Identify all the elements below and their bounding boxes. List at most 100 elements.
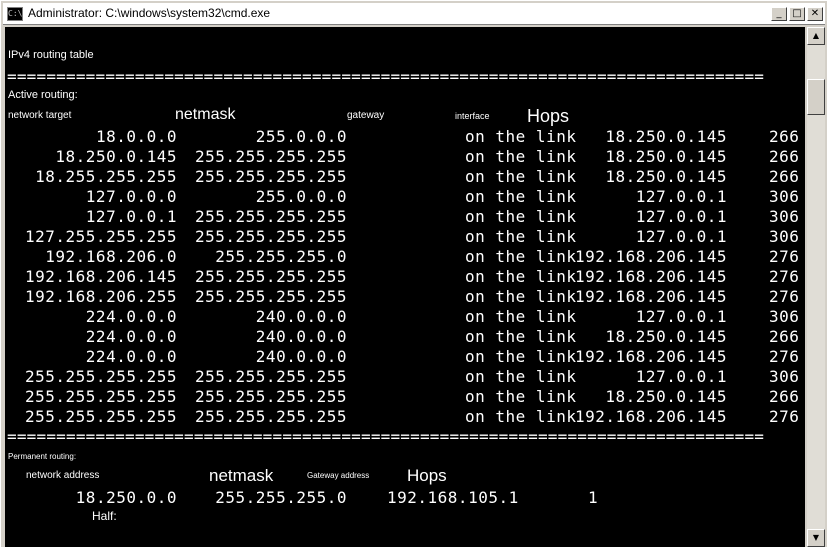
route-hops: 276 [769, 407, 800, 426]
route-netmask: 255.255.255.0 [215, 247, 347, 266]
route-gateway: on the link [465, 187, 577, 206]
route-gateway: on the link [465, 147, 577, 166]
title-bar[interactable]: C:\ Administrator: C:\windows\system32\c… [3, 3, 825, 25]
route-interface: 18.250.0.145 [605, 327, 727, 346]
route-netmask: 240.0.0.0 [255, 347, 347, 366]
route-hops: 276 [769, 347, 800, 366]
route-target: 255.255.255.255 [25, 367, 177, 386]
perm-address: 18.250.0.0 [75, 488, 177, 507]
separator-bottom: ========================================… [7, 427, 765, 446]
route-hops: 306 [769, 307, 800, 326]
route-gateway: on the link [465, 127, 577, 146]
cmd-window: C:\ Administrator: C:\windows\system32\c… [0, 0, 828, 548]
route-hops: 306 [769, 367, 800, 386]
console-output[interactable]: IPv4 routing table =====================… [5, 27, 805, 547]
route-hops: 266 [769, 167, 800, 186]
route-gateway: on the link [465, 247, 577, 266]
route-interface: 127.0.0.1 [635, 187, 727, 206]
route-hops: 276 [769, 287, 800, 306]
route-netmask: 255.0.0.0 [255, 127, 347, 146]
header-netmask: netmask [175, 106, 236, 123]
route-hops: 306 [769, 227, 800, 246]
route-interface: 192.168.206.145 [575, 247, 727, 266]
header-network-target: network target [8, 110, 72, 121]
route-netmask: 255.255.255.255 [195, 147, 347, 166]
route-target: 127.0.0.1 [85, 207, 177, 226]
route-target: 127.255.255.255 [25, 227, 177, 246]
route-interface: 127.0.0.1 [635, 227, 727, 246]
route-target: 224.0.0.0 [85, 347, 177, 366]
route-netmask: 255.255.255.255 [195, 287, 347, 306]
route-gateway: on the link [465, 227, 577, 246]
perm-netmask: 255.255.255.0 [215, 488, 347, 507]
perm-hops: 1 [588, 488, 599, 507]
route-hops: 266 [769, 147, 800, 166]
route-target: 224.0.0.0 [85, 307, 177, 326]
route-target: 224.0.0.0 [85, 327, 177, 346]
route-interface: 192.168.206.145 [575, 407, 727, 426]
route-gateway: on the link [465, 307, 577, 326]
route-hops: 276 [769, 247, 800, 266]
route-netmask: 255.255.255.255 [195, 207, 347, 226]
table-title: IPv4 routing table [8, 49, 94, 61]
route-netmask: 255.255.255.255 [195, 267, 347, 286]
active-routing-label: Active routing: [8, 89, 78, 101]
header-perm-netmask: netmask [209, 466, 274, 485]
half-label: Half: [92, 509, 117, 523]
route-gateway: on the link [465, 267, 577, 286]
minimize-button[interactable]: _ [771, 7, 787, 21]
route-interface: 192.168.206.145 [575, 267, 727, 286]
header-hops: Hops [527, 106, 570, 126]
route-target: 127.0.0.0 [85, 187, 177, 206]
route-gateway: on the link [465, 287, 577, 306]
route-hops: 266 [769, 387, 800, 406]
route-interface: 127.0.0.1 [635, 207, 727, 226]
route-gateway: on the link [465, 407, 577, 426]
scroll-down-button[interactable]: ▼ [807, 529, 825, 547]
route-gateway: on the link [465, 387, 577, 406]
route-gateway: on the link [465, 327, 577, 346]
route-gateway: on the link [465, 367, 577, 386]
route-interface: 18.250.0.145 [605, 127, 727, 146]
scroll-thumb[interactable] [807, 79, 825, 115]
cmd-app-icon[interactable]: C:\ [7, 7, 23, 21]
route-target: 18.255.255.255 [35, 167, 177, 186]
route-netmask: 255.0.0.0 [255, 187, 347, 206]
route-target: 255.255.255.255 [25, 407, 177, 426]
route-target: 255.255.255.255 [25, 387, 177, 406]
route-hops: 266 [769, 127, 800, 146]
maximize-button[interactable]: □ [789, 7, 805, 21]
route-hops: 266 [769, 327, 800, 346]
close-button[interactable]: ✕ [807, 7, 823, 21]
route-netmask: 255.255.255.255 [195, 407, 347, 426]
route-netmask: 240.0.0.0 [255, 307, 347, 326]
route-netmask: 255.255.255.255 [195, 227, 347, 246]
route-interface: 192.168.206.145 [575, 347, 727, 366]
separator-top: ========================================… [7, 67, 765, 86]
vertical-scrollbar[interactable]: ▲ ▼ [807, 27, 825, 547]
header-gateway: gateway [347, 110, 385, 121]
window-title: Administrator: C:\windows\system32\cmd.e… [28, 6, 271, 20]
route-netmask: 240.0.0.0 [255, 327, 347, 346]
route-interface: 18.250.0.145 [605, 147, 727, 166]
route-hops: 306 [769, 187, 800, 206]
route-target: 192.168.206.145 [25, 267, 177, 286]
route-gateway: on the link [465, 207, 577, 226]
header-interface: interface [455, 111, 490, 121]
perm-gateway: 192.168.105.1 [387, 488, 519, 507]
permanent-routing-label: Permanent routing: [8, 452, 77, 461]
route-interface: 18.250.0.145 [605, 387, 727, 406]
route-gateway: on the link [465, 167, 577, 186]
route-netmask: 255.255.255.255 [195, 367, 347, 386]
route-interface: 127.0.0.1 [635, 307, 727, 326]
header-perm-hops: Hops [407, 466, 447, 485]
route-interface: 127.0.0.1 [635, 367, 727, 386]
route-netmask: 255.255.255.255 [195, 167, 347, 186]
header-network-address: network address [26, 470, 100, 481]
route-target: 18.0.0.0 [95, 127, 177, 146]
route-interface: 18.250.0.145 [605, 167, 727, 186]
route-target: 192.168.206.0 [45, 247, 177, 266]
route-target: 18.250.0.145 [55, 147, 177, 166]
scroll-up-button[interactable]: ▲ [807, 27, 825, 45]
route-target: 192.168.206.255 [25, 287, 177, 306]
